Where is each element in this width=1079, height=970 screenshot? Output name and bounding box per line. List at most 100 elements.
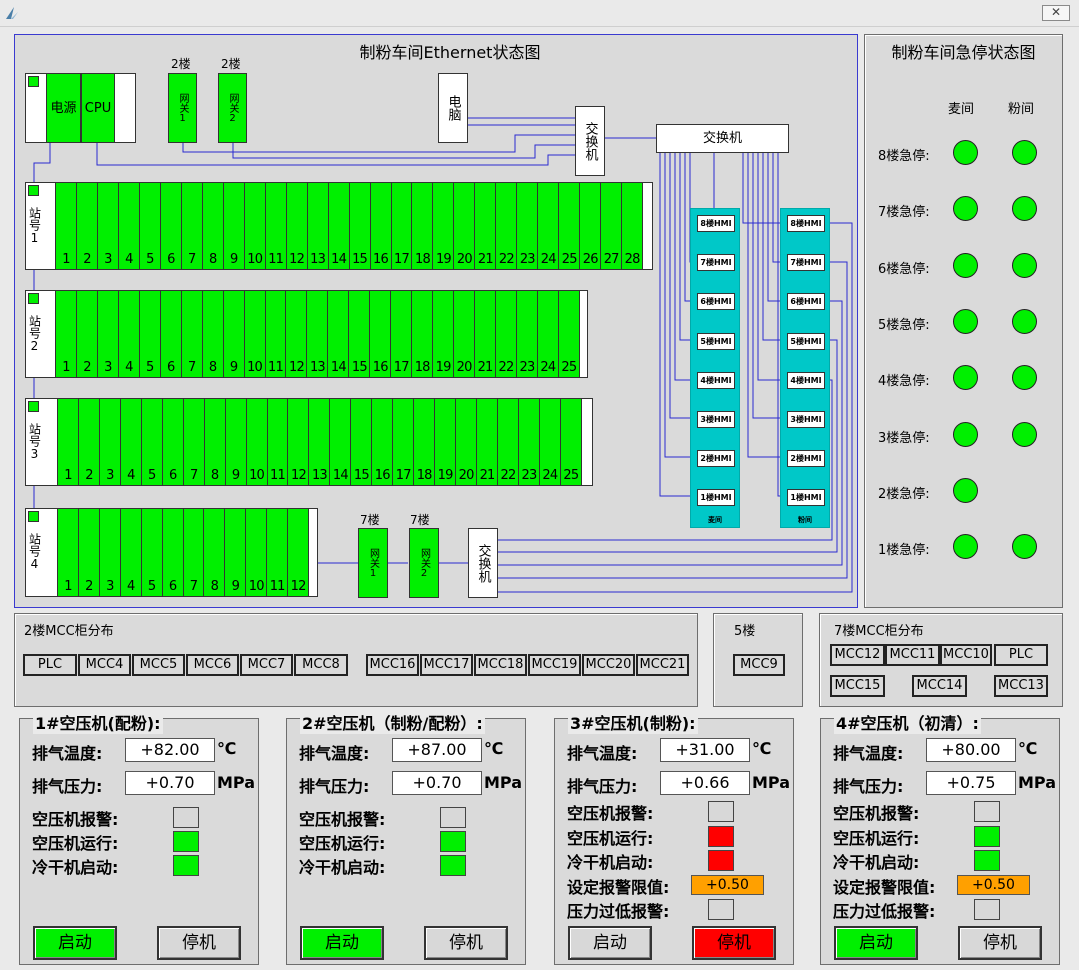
io-slot[interactable]: 11 <box>266 399 288 485</box>
io-slot[interactable]: 25 <box>558 183 579 269</box>
stop-button[interactable]: 停机 <box>692 926 776 960</box>
io-slot[interactable]: 23 <box>515 291 537 377</box>
io-slot[interactable]: 26 <box>579 183 600 269</box>
io-slot[interactable]: 22 <box>497 399 518 485</box>
hmi-node[interactable]: 2楼HMI <box>697 450 735 468</box>
mcc-cabinet[interactable]: PLC <box>994 644 1048 666</box>
io-slot[interactable]: 2 <box>75 183 97 269</box>
io-slot[interactable]: 5 <box>140 509 162 596</box>
io-slot[interactable]: 21 <box>476 399 497 485</box>
io-slot[interactable]: 1 <box>58 509 78 596</box>
stop-button[interactable]: 停机 <box>958 926 1042 960</box>
io-slot[interactable]: 4 <box>117 291 139 377</box>
switch-bottom[interactable]: 交换机 <box>468 528 498 598</box>
io-slot[interactable]: 16 <box>369 291 390 377</box>
io-slot[interactable]: 8 <box>203 399 225 485</box>
io-slot[interactable]: 13 <box>308 399 329 485</box>
io-slot[interactable]: 2 <box>75 291 97 377</box>
io-slot[interactable]: 6 <box>161 399 183 485</box>
io-slot[interactable]: 15 <box>350 399 371 485</box>
io-slot[interactable]: 5 <box>140 399 162 485</box>
io-slot[interactable]: 18 <box>411 183 432 269</box>
mcc-cabinet[interactable]: MCC15 <box>830 675 885 697</box>
io-slot[interactable]: 1 <box>58 399 78 485</box>
io-slot[interactable]: 6 <box>159 291 181 377</box>
io-slot[interactable]: 8 <box>201 183 223 269</box>
io-slot[interactable]: 12 <box>287 399 308 485</box>
io-slot[interactable]: 24 <box>538 399 560 485</box>
io-slot[interactable]: 3 <box>96 291 118 377</box>
io-slot[interactable]: 6 <box>159 183 181 269</box>
io-slot[interactable]: 14 <box>329 399 350 485</box>
gateway-2f-2[interactable]: 网关2 <box>218 73 247 143</box>
mcc-cabinet[interactable]: MCC4 <box>78 654 131 676</box>
io-slot[interactable]: 11 <box>266 509 287 596</box>
io-slot[interactable]: 11 <box>264 183 286 269</box>
io-slot[interactable]: 10 <box>245 399 267 485</box>
hmi-node[interactable]: 5楼HMI <box>787 332 825 350</box>
io-slot[interactable]: 19 <box>434 399 455 485</box>
io-slot[interactable]: 9 <box>222 291 244 377</box>
io-slot[interactable]: 24 <box>536 291 558 377</box>
io-slot[interactable]: 19 <box>432 291 453 377</box>
hmi-node[interactable]: 4楼HMI <box>787 371 825 389</box>
io-slot[interactable]: 9 <box>224 399 246 485</box>
mcc-cabinet[interactable]: MCC12 <box>830 644 885 666</box>
hmi-node[interactable]: 7楼HMI <box>787 254 825 272</box>
hmi-node[interactable]: 8楼HMI <box>697 215 735 232</box>
io-slot[interactable]: 27 <box>600 183 621 269</box>
io-slot[interactable]: 20 <box>455 399 476 485</box>
mcc-cabinet[interactable]: MCC14 <box>912 675 967 697</box>
io-slot[interactable]: 25 <box>557 291 579 377</box>
io-slot[interactable]: 23 <box>516 183 537 269</box>
io-slot[interactable]: 24 <box>537 183 558 269</box>
io-slot[interactable]: 4 <box>119 509 141 596</box>
io-slot[interactable]: 5 <box>138 183 160 269</box>
io-slot[interactable]: 21 <box>474 291 495 377</box>
io-slot[interactable]: 3 <box>98 399 120 485</box>
io-slot[interactable]: 12 <box>285 183 307 269</box>
mcc-cabinet[interactable]: MCC6 <box>186 654 239 676</box>
io-slot[interactable]: 2 <box>77 509 99 596</box>
io-slot[interactable]: 4 <box>119 399 141 485</box>
io-slot[interactable]: 19 <box>432 183 453 269</box>
io-slot[interactable]: 6 <box>161 509 183 596</box>
mcc-cabinet[interactable]: PLC <box>23 654 77 676</box>
mcc-cabinet[interactable]: MCC18 <box>474 654 527 676</box>
gateway-7f-1[interactable]: 网关1 <box>358 528 388 598</box>
io-slot[interactable]: 13 <box>306 183 328 269</box>
io-slot[interactable]: 28 <box>621 183 642 269</box>
io-slot[interactable]: 12 <box>287 509 308 596</box>
io-slot[interactable]: 4 <box>117 183 139 269</box>
io-slot[interactable]: 7 <box>182 399 204 485</box>
io-slot[interactable]: 10 <box>243 183 265 269</box>
io-slot[interactable]: 16 <box>371 399 392 485</box>
limit-input[interactable]: +0.50 <box>691 874 764 895</box>
switch-main[interactable]: 交换机 <box>656 124 789 153</box>
limit-input[interactable]: +0.50 <box>957 874 1030 895</box>
io-slot[interactable]: 3 <box>98 509 120 596</box>
io-slot[interactable]: 14 <box>327 183 349 269</box>
io-slot[interactable]: 25 <box>559 399 581 485</box>
mcc-cabinet[interactable]: MCC7 <box>240 654 293 676</box>
start-button[interactable]: 启动 <box>568 926 652 960</box>
mcc-cabinet[interactable]: MCC13 <box>994 675 1048 697</box>
io-slot[interactable]: 16 <box>369 183 391 269</box>
io-slot[interactable]: 7 <box>180 183 202 269</box>
io-slot[interactable]: 9 <box>222 183 244 269</box>
psu-module[interactable]: 电源 <box>46 73 81 143</box>
mcc-cabinet[interactable]: MCC19 <box>528 654 581 676</box>
io-slot[interactable]: 13 <box>306 291 327 377</box>
hmi-node[interactable]: 5楼HMI <box>697 332 735 350</box>
mcc-cabinet[interactable]: MCC10 <box>940 644 992 666</box>
hmi-node[interactable]: 1楼HMI <box>787 489 825 507</box>
io-slot[interactable]: 1 <box>56 183 76 269</box>
stop-button[interactable]: 停机 <box>424 926 508 960</box>
io-slot[interactable]: 10 <box>243 291 265 377</box>
hmi-node[interactable]: 3楼HMI <box>697 411 735 428</box>
io-slot[interactable]: 15 <box>348 183 370 269</box>
io-slot[interactable]: 22 <box>495 291 516 377</box>
cpu-module[interactable]: CPU <box>81 73 115 143</box>
io-slot[interactable]: 3 <box>96 183 118 269</box>
io-slot[interactable]: 1 <box>56 291 76 377</box>
